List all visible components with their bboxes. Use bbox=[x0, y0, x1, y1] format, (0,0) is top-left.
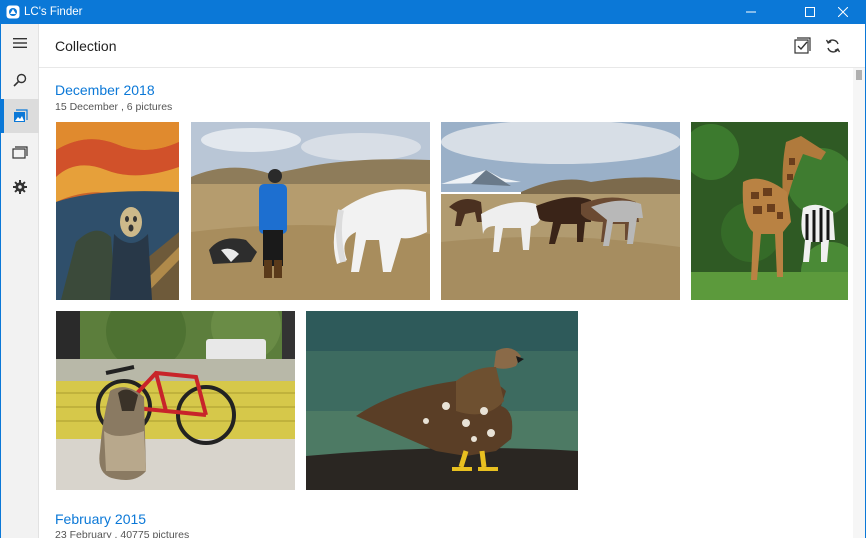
photo-dog-bicycle[interactable] bbox=[56, 311, 295, 490]
photo-horses-herd[interactable] bbox=[441, 122, 680, 300]
close-icon bbox=[838, 7, 848, 17]
refresh-button[interactable] bbox=[822, 35, 844, 57]
window-title: LC's Finder bbox=[24, 6, 83, 18]
photo-the-scream[interactable] bbox=[56, 122, 179, 300]
sidebar-item-folders[interactable] bbox=[1, 135, 39, 169]
search-icon bbox=[13, 73, 27, 87]
giraffe-zebra-image bbox=[691, 122, 848, 300]
photo-eagle[interactable] bbox=[306, 311, 578, 490]
sidebar-menu-button[interactable] bbox=[1, 26, 39, 60]
sidebar-item-settings[interactable] bbox=[1, 170, 39, 204]
photo-giraffe-zebra[interactable] bbox=[691, 122, 848, 300]
scream-painting-image bbox=[56, 122, 179, 300]
page-title: Collection bbox=[55, 38, 117, 54]
gear-icon bbox=[13, 180, 27, 194]
sidebar bbox=[1, 24, 39, 538]
person-dog-horse-image bbox=[191, 122, 430, 300]
close-button[interactable] bbox=[820, 0, 866, 24]
horses-herd-image bbox=[441, 122, 680, 300]
photo-person-dog-horse[interactable] bbox=[191, 122, 430, 300]
vertical-scrollbar[interactable] bbox=[853, 68, 865, 538]
select-button[interactable] bbox=[792, 35, 814, 57]
dog-bicycle-image bbox=[56, 311, 295, 490]
eagle-image bbox=[306, 311, 578, 490]
maximize-icon bbox=[805, 7, 815, 17]
select-icon bbox=[794, 37, 811, 54]
photo-collection-icon bbox=[13, 109, 28, 122]
refresh-icon bbox=[825, 39, 841, 53]
minimize-icon bbox=[746, 11, 756, 13]
folders-icon bbox=[12, 146, 28, 159]
group-subtitle: 15 December , 6 pictures bbox=[55, 101, 173, 113]
scroll-thumb[interactable] bbox=[856, 70, 862, 80]
title-bar: LC's Finder bbox=[0, 0, 866, 24]
group-title[interactable]: December 2018 bbox=[55, 82, 155, 98]
app-logo-icon bbox=[6, 5, 20, 19]
page-header: Collection bbox=[39, 24, 865, 68]
minimize-button[interactable] bbox=[728, 0, 774, 24]
hamburger-menu-icon bbox=[13, 38, 27, 48]
group-title[interactable]: February 2015 bbox=[55, 511, 146, 527]
group-subtitle: 23 February , 40775 pictures bbox=[55, 529, 190, 538]
collection-content: December 2018 15 December , 6 pictures F… bbox=[39, 68, 853, 538]
sidebar-item-collection[interactable] bbox=[1, 99, 39, 133]
sidebar-item-search[interactable] bbox=[1, 63, 39, 97]
